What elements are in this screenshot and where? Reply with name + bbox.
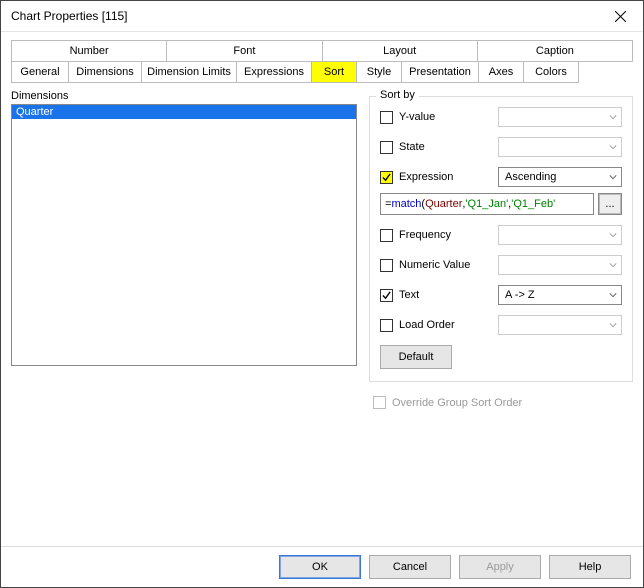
state-checkbox[interactable]	[380, 141, 393, 154]
loadorder-select[interactable]	[498, 315, 622, 335]
tab-content: Dimensions Quarter Sort by Y-value	[1, 82, 643, 546]
tab-layout[interactable]: Layout	[323, 40, 478, 62]
tab-dimension-limits[interactable]: Dimension Limits	[142, 61, 237, 83]
expression-input[interactable]: =match(Quarter,'Q1_Jan','Q1_Feb'	[380, 193, 594, 215]
tab-font[interactable]: Font	[167, 40, 322, 62]
help-button[interactable]: Help	[549, 555, 631, 579]
chevron-down-icon	[609, 113, 617, 121]
ok-button[interactable]: OK	[279, 555, 361, 579]
titlebar: Chart Properties [115]	[1, 1, 643, 32]
cancel-button[interactable]: Cancel	[369, 555, 451, 579]
numeric-label: Numeric Value	[399, 259, 470, 271]
close-button[interactable]	[597, 1, 643, 31]
tab-strip: Number Font Layout Caption General Dimen…	[1, 32, 643, 82]
numeric-checkbox[interactable]	[380, 259, 393, 272]
override-label: Override Group Sort Order	[392, 397, 522, 409]
frequency-checkbox[interactable]	[380, 229, 393, 242]
tab-caption[interactable]: Caption	[478, 40, 633, 62]
tab-presentation[interactable]: Presentation	[402, 61, 479, 83]
override-checkbox	[373, 396, 386, 409]
yvalue-checkbox[interactable]	[380, 111, 393, 124]
frequency-select[interactable]	[498, 225, 622, 245]
tab-general[interactable]: General	[11, 61, 69, 83]
expression-label: Expression	[399, 171, 453, 183]
dimensions-list[interactable]: Quarter	[11, 104, 357, 366]
close-icon	[615, 11, 626, 22]
sortby-legend: Sort by	[376, 89, 419, 101]
ellipsis-icon: ...	[605, 198, 614, 210]
check-icon	[382, 291, 391, 300]
tab-sort[interactable]: Sort	[312, 61, 357, 83]
frequency-label: Frequency	[399, 229, 451, 241]
apply-button[interactable]: Apply	[459, 555, 541, 579]
expression-builder-button[interactable]: ...	[598, 193, 622, 215]
tab-expressions[interactable]: Expressions	[237, 61, 312, 83]
chevron-down-icon	[609, 321, 617, 329]
tab-axes[interactable]: Axes	[479, 61, 524, 83]
yvalue-label: Y-value	[399, 111, 435, 123]
dialog-footer: OK Cancel Apply Help	[1, 546, 643, 587]
chevron-down-icon	[609, 173, 617, 181]
tab-number[interactable]: Number	[11, 40, 167, 62]
tab-colors[interactable]: Colors	[524, 61, 579, 83]
numeric-select[interactable]	[498, 255, 622, 275]
loadorder-label: Load Order	[399, 319, 455, 331]
text-select[interactable]: A -> Z	[498, 285, 622, 305]
default-button[interactable]: Default	[380, 345, 452, 369]
expression-checkbox[interactable]	[380, 171, 393, 184]
chevron-down-icon	[609, 261, 617, 269]
state-select[interactable]	[498, 137, 622, 157]
tab-style[interactable]: Style	[357, 61, 402, 83]
yvalue-select[interactable]	[498, 107, 622, 127]
loadorder-checkbox[interactable]	[380, 319, 393, 332]
text-label: Text	[399, 289, 419, 301]
chevron-down-icon	[609, 291, 617, 299]
text-checkbox[interactable]	[380, 289, 393, 302]
chevron-down-icon	[609, 231, 617, 239]
list-item[interactable]: Quarter	[12, 105, 356, 119]
chart-properties-dialog: Chart Properties [115] Number Font Layou…	[0, 0, 644, 588]
state-label: State	[399, 141, 425, 153]
expression-select[interactable]: Ascending	[498, 167, 622, 187]
chevron-down-icon	[609, 143, 617, 151]
window-title: Chart Properties [115]	[11, 9, 128, 23]
dimensions-label: Dimensions	[11, 90, 357, 102]
tab-dimensions[interactable]: Dimensions	[69, 61, 142, 83]
check-icon	[382, 173, 391, 182]
sortby-group: Sort by Y-value State	[369, 96, 633, 382]
